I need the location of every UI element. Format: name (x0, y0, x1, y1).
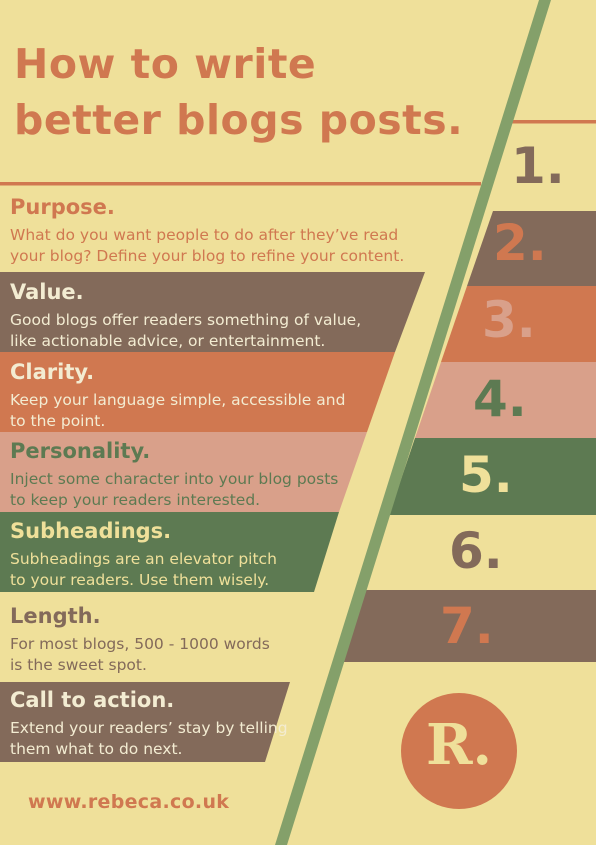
infographic-poster: How to write better blogs posts. Purpose… (0, 0, 596, 845)
number-3: 3. (482, 291, 536, 349)
logo: R. (425, 712, 493, 778)
number-7: 7. (440, 597, 494, 655)
title-line-2: better blogs posts. (14, 96, 464, 144)
section-length: Length. For most blogs, 500 - 1000 words… (10, 606, 270, 676)
section-text-line-1: Good blogs offer readers something of va… (10, 311, 362, 329)
section-text-line-1: What do you want people to do after they… (10, 226, 399, 244)
section-text-line-1: Inject some character into your blog pos… (10, 470, 339, 488)
section-text-line-2: to your readers. Use them wisely. (10, 571, 270, 589)
section-text-line-2: is the sweet spot. (10, 656, 147, 674)
section-text-line-1: Subheadings are an elevator pitch (10, 550, 277, 568)
title-divider (0, 182, 481, 186)
section-personality: Personality. Inject some character into … (10, 441, 338, 511)
section-heading: Length. (10, 604, 101, 628)
section-text-line-2: to keep your readers interested. (10, 491, 261, 509)
section-heading: Personality. (10, 439, 151, 463)
section-purpose: Purpose. What do you want people to do a… (10, 197, 404, 267)
number-2: 2. (493, 214, 547, 272)
section-heading: Value. (10, 280, 84, 304)
number-6: 6. (449, 522, 503, 580)
number-1: 1. (511, 137, 565, 195)
title-line-1: How to write (14, 40, 317, 88)
section-value: Value. Good blogs offer readers somethin… (10, 282, 361, 352)
section-text-line-1: Keep your language simple, accessible an… (10, 391, 346, 409)
section-text-line-1: For most blogs, 500 - 1000 words (10, 635, 270, 653)
number-5: 5. (459, 446, 513, 504)
top-right-divider (511, 120, 596, 124)
section-heading: Clarity. (10, 360, 95, 384)
section-text-line-2: to the point. (10, 412, 106, 430)
number-4: 4. (473, 370, 527, 428)
section-text-line-1: Extend your readers’ stay by telling (10, 719, 288, 737)
section-heading: Call to action. (10, 688, 175, 712)
section-subheadings: Subheadings. Subheadings are an elevator… (10, 521, 277, 591)
section-heading: Purpose. (10, 195, 115, 219)
section-text-line-2: like actionable advice, or entertainment… (10, 332, 326, 350)
section-text-line-2: them what to do next. (10, 740, 183, 758)
section-call-to-action: Call to action. Extend your readers’ sta… (10, 690, 288, 760)
section-heading: Subheadings. (10, 519, 172, 543)
section-clarity: Clarity. Keep your language simple, acce… (10, 362, 345, 432)
section-text-line-2: your blog? Define your blog to refine yo… (10, 247, 405, 265)
website-link[interactable]: www.rebeca.co.uk (28, 791, 229, 813)
